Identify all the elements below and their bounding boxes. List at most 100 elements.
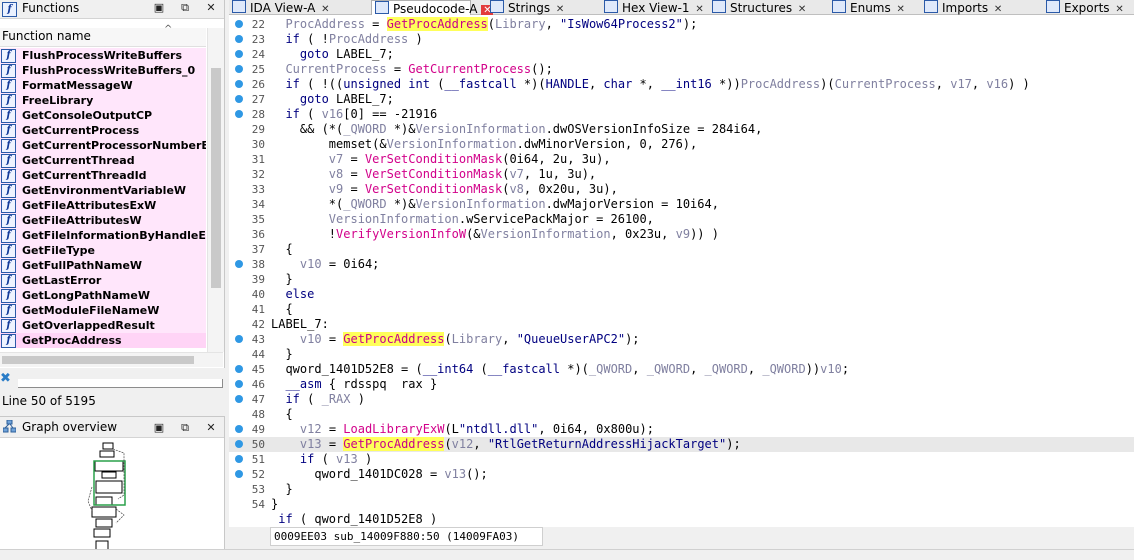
function-list-item[interactable]: f GetFileInformationByHandleEx: [0, 228, 206, 243]
code-line[interactable]: 24 goto LABEL_7;: [229, 47, 1134, 62]
code-line[interactable]: 26 if ( !((unsigned int (__fastcall *)(H…: [229, 77, 1134, 92]
breakpoint-dot-icon[interactable]: [235, 455, 243, 463]
function-list-item[interactable]: f GetFileAttributesExW: [0, 198, 206, 213]
tab-structures[interactable]: Structures ✕: [709, 0, 811, 15]
code-line[interactable]: 45 qword_1401D52E8 = (__int64 (__fastcal…: [229, 362, 1134, 377]
breakpoint-dot-icon[interactable]: [235, 440, 243, 448]
breakpoint-dot-icon[interactable]: [235, 380, 243, 388]
function-list-item[interactable]: f GetConsoleOutputCP: [0, 108, 206, 123]
breakpoint-dot-icon[interactable]: [235, 65, 243, 73]
scrollbar-thumb[interactable]: [211, 68, 221, 288]
function-name-column-header[interactable]: Function name ^: [0, 24, 206, 47]
function-list-item[interactable]: f GetCurrentProcessorNumberEx: [0, 138, 206, 153]
code-line[interactable]: 33 v9 = VerSetConditionMask(v8, 0x20u, 3…: [229, 182, 1134, 197]
code-line[interactable]: 42 LABEL_7:: [229, 317, 1134, 332]
line-number: 29: [251, 123, 265, 136]
function-f-icon: f: [1, 319, 16, 333]
code-line[interactable]: 25 CurrentProcess = GetCurrentProcess();: [229, 62, 1134, 77]
function-list-item[interactable]: f GetLastError: [0, 273, 206, 288]
function-list-item[interactable]: f FlushProcessWriteBuffers: [0, 48, 206, 63]
breakpoint-dot-icon[interactable]: [235, 110, 243, 118]
code-line[interactable]: 34 *(_QWORD *)&VersionInformation.dwMajo…: [229, 197, 1134, 212]
function-list-item[interactable]: f GetFullPathNameW: [0, 258, 206, 273]
float-window-icon[interactable]: ⧉: [178, 1, 192, 15]
function-f-icon: f: [1, 334, 16, 348]
code-line[interactable]: if ( qword_1401D52E8 ): [229, 512, 1134, 527]
float-window-icon[interactable]: ⧉: [178, 421, 192, 435]
code-line[interactable]: 29 && (*(_QWORD *)&VersionInformation.dw…: [229, 122, 1134, 137]
code-line[interactable]: 40 else: [229, 287, 1134, 302]
code-line[interactable]: 51 if ( v13 ): [229, 452, 1134, 467]
function-list-item[interactable]: f GetFileType: [0, 243, 206, 258]
code-line[interactable]: 41 {: [229, 302, 1134, 317]
tab-imports[interactable]: Imports ✕: [921, 0, 1011, 15]
minimize-icon[interactable]: ▣: [152, 1, 166, 15]
code-line[interactable]: 28 if ( v16[0] == -21916: [229, 107, 1134, 122]
tab-pseudocode-a[interactable]: Pseudocode-A ✕: [371, 0, 494, 17]
function-list-item[interactable]: f FreeLibrary: [0, 93, 206, 108]
code-line[interactable]: 36 !VerifyVersionInfoW(&VersionInformati…: [229, 227, 1134, 242]
code-line[interactable]: 31 v7 = VerSetConditionMask(0i64, 2u, 3u…: [229, 152, 1134, 167]
code-line[interactable]: 38 v10 = 0i64;: [229, 257, 1134, 272]
line-number: 31: [251, 153, 265, 166]
clear-filter-icon[interactable]: ✖: [0, 372, 12, 386]
code-line[interactable]: 22 ProcAddress = GetProcAddress(Library,…: [229, 17, 1134, 32]
breakpoint-dot-icon[interactable]: [235, 335, 243, 343]
function-list-item[interactable]: f GetLongPathNameW: [0, 288, 206, 303]
functions-horizontal-scrollbar[interactable]: [0, 352, 223, 367]
close-icon[interactable]: ✕: [204, 421, 218, 435]
tab-ida-view-a[interactable]: IDA View-A ✕: [229, 0, 330, 15]
functions-vertical-scrollbar[interactable]: [207, 28, 224, 352]
code-line[interactable]: 47 if ( _RAX ): [229, 392, 1134, 407]
code-line[interactable]: 39 }: [229, 272, 1134, 287]
breakpoint-dot-icon[interactable]: [235, 425, 243, 433]
function-name: GetCurrentThread: [22, 154, 135, 167]
function-list-item[interactable]: f FlushProcessWriteBuffers_0: [0, 63, 206, 78]
breakpoint-dot-icon[interactable]: [235, 260, 243, 268]
breakpoint-dot-icon[interactable]: [235, 50, 243, 58]
code-line[interactable]: 43 v10 = GetProcAddress(Library, "QueueU…: [229, 332, 1134, 347]
code-line[interactable]: 49 v12 = LoadLibraryExW(L"ntdll.dll", 0i…: [229, 422, 1134, 437]
code-line[interactable]: 46 __asm { rdsspq rax }: [229, 377, 1134, 392]
code-line[interactable]: 53 }: [229, 482, 1134, 497]
function-list-item[interactable]: f FormatMessageW: [0, 78, 206, 93]
function-f-icon: f: [1, 214, 16, 228]
close-icon[interactable]: ✕: [204, 1, 218, 15]
tab-exports[interactable]: Exports ✕: [1043, 0, 1133, 15]
minimize-icon[interactable]: ▣: [152, 421, 166, 435]
breakpoint-dot-icon[interactable]: [235, 20, 243, 28]
code-line[interactable]: 30 memset(&VersionInformation.dwMinorVer…: [229, 137, 1134, 152]
pseudocode-view[interactable]: 22 ProcAddress = GetProcAddress(Library,…: [229, 15, 1134, 527]
code-line[interactable]: 32 v8 = VerSetConditionMask(v7, 1u, 3u),: [229, 167, 1134, 182]
line-number: 47: [251, 393, 265, 406]
code-line[interactable]: 23 if ( !ProcAddress ): [229, 32, 1134, 47]
function-list-item[interactable]: f GetProcAddress: [0, 333, 206, 348]
function-list-item[interactable]: f GetFileAttributesW: [0, 213, 206, 228]
graph-overview-canvas[interactable]: [0, 439, 224, 560]
tab-hex-view-1[interactable]: Hex View-1 ✕: [601, 0, 704, 15]
scrollbar-thumb[interactable]: [2, 356, 194, 364]
function-list-item[interactable]: f GetCurrentThread: [0, 153, 206, 168]
breakpoint-dot-icon[interactable]: [235, 470, 243, 478]
function-list-item[interactable]: f GetModuleFileNameW: [0, 303, 206, 318]
code-line[interactable]: 52 qword_1401DC028 = v13();: [229, 467, 1134, 482]
tab-strings[interactable]: Strings ✕: [487, 0, 579, 15]
code-text: VersionInformation.wServicePackMajor = 2…: [328, 212, 654, 226]
function-list-item[interactable]: f GetCurrentProcess: [0, 123, 206, 138]
breakpoint-dot-icon[interactable]: [235, 35, 243, 43]
code-line[interactable]: 27 goto LABEL_7;: [229, 92, 1134, 107]
breakpoint-dot-icon[interactable]: [235, 365, 243, 373]
function-list-item[interactable]: f GetEnvironmentVariableW: [0, 183, 206, 198]
code-line[interactable]: 50 v13 = GetProcAddress(v12, "RtlGetRetu…: [229, 437, 1134, 452]
function-list-item[interactable]: f GetOverlappedResult: [0, 318, 206, 333]
code-line[interactable]: 48 {: [229, 407, 1134, 422]
code-line[interactable]: 54}: [229, 497, 1134, 512]
tab-enums[interactable]: Enums ✕: [829, 0, 905, 15]
code-line[interactable]: 35 VersionInformation.wServicePackMajor …: [229, 212, 1134, 227]
breakpoint-dot-icon[interactable]: [235, 395, 243, 403]
function-list-item[interactable]: f GetCurrentThreadId: [0, 168, 206, 183]
breakpoint-dot-icon[interactable]: [235, 80, 243, 88]
code-line[interactable]: 37 {: [229, 242, 1134, 257]
breakpoint-dot-icon[interactable]: [235, 95, 243, 103]
code-line[interactable]: 44 }: [229, 347, 1134, 362]
